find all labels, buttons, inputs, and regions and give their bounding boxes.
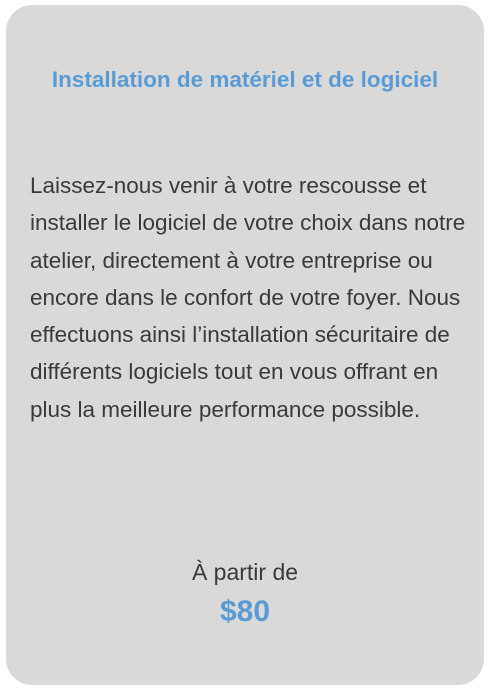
- service-description: Laissez-nous venir à votre rescousse et …: [30, 173, 466, 422]
- service-title: Installation de matériel et de logiciel: [51, 67, 439, 92]
- service-card: Installation de matériel et de logiciel …: [6, 5, 484, 685]
- price-value: $80: [219, 595, 271, 628]
- price-label: À partir de: [191, 559, 299, 585]
